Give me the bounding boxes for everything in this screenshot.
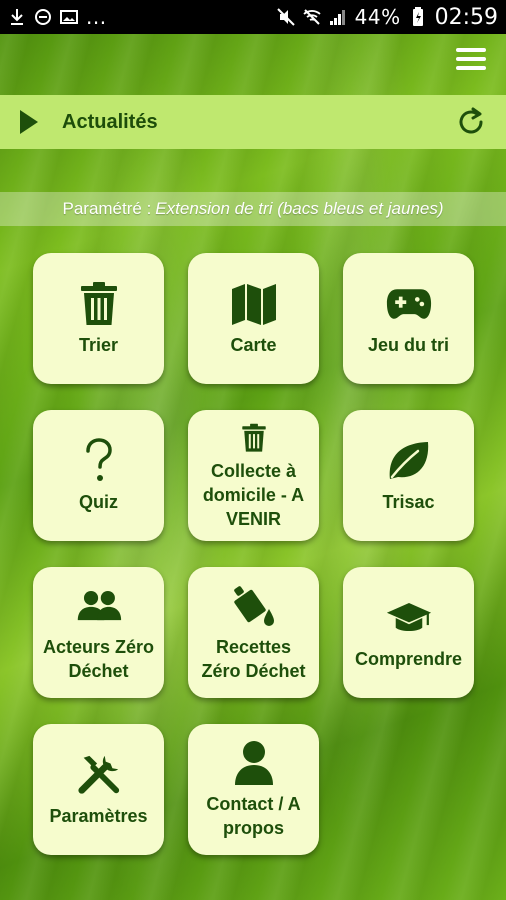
map-icon	[231, 281, 277, 327]
tile-acteurs-zero-dechet[interactable]: Acteurs Zéro Déchet	[33, 567, 164, 698]
tile-label: Carte	[230, 334, 277, 355]
trash-icon	[237, 421, 271, 455]
tile-label: Contact / A propos	[206, 793, 301, 838]
tile-label: Recettes Zéro Déchet	[201, 636, 306, 681]
setting-prefix: Paramétré :	[62, 199, 152, 218]
signal-icon	[329, 8, 347, 26]
tile-parametres[interactable]: Paramètres	[33, 724, 164, 855]
status-more-dots: ...	[86, 5, 107, 29]
tools-icon	[76, 752, 122, 798]
gamepad-icon	[386, 281, 432, 327]
tile-jeu-du-tri[interactable]: Jeu du tri	[343, 253, 474, 384]
news-title: Actualités	[62, 110, 158, 133]
tile-comprendre[interactable]: Comprendre	[343, 567, 474, 698]
status-bar: ... 44% 02:59	[0, 0, 506, 34]
image-icon	[60, 8, 78, 26]
hamburger-menu-button[interactable]	[454, 44, 488, 74]
fill-drip-icon	[231, 583, 277, 629]
status-bar-right: 44% 02:59	[276, 4, 498, 30]
tile-contact-a-propos[interactable]: Contact / A propos	[188, 724, 319, 855]
tile-trier[interactable]: Trier	[33, 253, 164, 384]
tile-label: Quiz	[79, 491, 118, 512]
tile-label: Jeu du tri	[367, 334, 449, 355]
mute-icon	[276, 8, 295, 26]
refresh-icon[interactable]	[454, 105, 488, 139]
blocked-icon	[34, 8, 52, 26]
tile-label: Comprendre	[354, 648, 462, 669]
question-icon	[76, 437, 122, 484]
tile-trisac[interactable]: Trisac	[343, 410, 474, 541]
tile-carte[interactable]: Carte	[188, 253, 319, 384]
download-icon	[8, 8, 26, 26]
menu-icon	[456, 48, 486, 70]
tile-recettes-zero-dechet[interactable]: Recettes Zéro Déchet	[188, 567, 319, 698]
clock: 02:59	[434, 4, 498, 30]
users-icon	[76, 583, 122, 629]
tile-collecte-domicile[interactable]: Collecte à domicile - A VENIR	[188, 410, 319, 541]
graduation-cap-icon	[386, 595, 432, 641]
tile-quiz[interactable]: Quiz	[33, 410, 164, 541]
user-icon	[231, 740, 277, 786]
battery-charging-icon	[409, 7, 427, 26]
news-bar[interactable]: Actualités	[0, 95, 506, 149]
tile-label: Trisac	[382, 491, 435, 512]
play-icon[interactable]	[18, 109, 40, 135]
trash-icon	[76, 281, 122, 327]
battery-percent: 44%	[354, 5, 401, 29]
tile-label: Collecte à domicile - A VENIR	[202, 460, 305, 529]
setting-value: Extension de tri (bacs bleus et jaunes)	[155, 199, 444, 218]
current-setting-bar: Paramétré : Extension de tri (bacs bleus…	[0, 192, 506, 226]
no-wifi-icon	[303, 8, 321, 26]
tile-label: Acteurs Zéro Déchet	[42, 636, 155, 681]
status-bar-left: ...	[8, 5, 107, 29]
tile-label: Trier	[78, 334, 119, 355]
leaf-icon	[386, 438, 432, 484]
tile-label: Paramètres	[49, 805, 148, 826]
